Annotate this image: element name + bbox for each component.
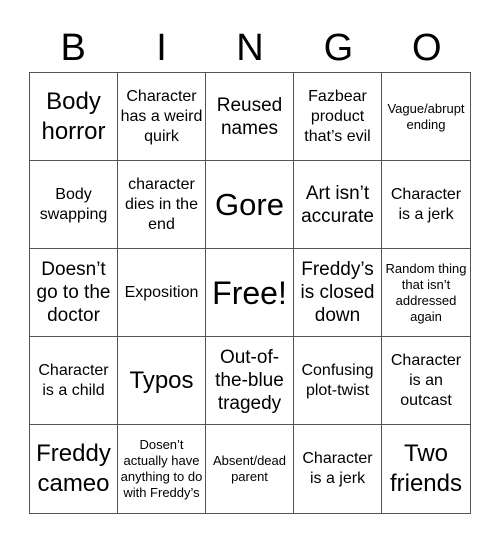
- bingo-cell[interactable]: Character is a child: [30, 337, 118, 425]
- bingo-cell[interactable]: Confusing plot-twist: [294, 337, 382, 425]
- bingo-cell-text: Freddy cameo: [36, 440, 111, 497]
- bingo-cell-text: Freddy’s is closed down: [300, 259, 375, 326]
- bingo-cell-text: Reused names: [216, 94, 283, 139]
- bingo-cell[interactable]: Fazbear product that’s evil: [294, 73, 382, 161]
- bingo-cell-text: Character is a child: [38, 361, 109, 399]
- bingo-cell[interactable]: Reused names: [206, 73, 294, 161]
- bingo-cell-text: Gore: [215, 186, 284, 222]
- header-letter-i: I: [156, 27, 167, 69]
- bingo-cell-text: Body swapping: [39, 185, 108, 223]
- bingo-cell[interactable]: Body horror: [30, 73, 118, 161]
- header-letter-n: N: [236, 27, 264, 69]
- header-letter-b: B: [60, 27, 86, 69]
- bingo-cell-free[interactable]: Free!: [206, 249, 294, 337]
- bingo-cell[interactable]: Vague/abrupt ending: [382, 73, 470, 161]
- bingo-cell[interactable]: Out-of-the-blue tragedy: [206, 337, 294, 425]
- bingo-cell-text: Exposition: [124, 283, 199, 301]
- bingo-cell-text: character dies in the end: [125, 175, 198, 233]
- bingo-cell-text: Art isn’t accurate: [301, 182, 374, 227]
- bingo-cell-text: Free!: [212, 274, 287, 311]
- bingo-cell[interactable]: Absent/dead parent: [206, 425, 294, 513]
- bingo-cell-text: Confusing plot-twist: [301, 361, 374, 399]
- bingo-cell[interactable]: character dies in the end: [118, 161, 206, 249]
- bingo-cell-text: Dosen’t actually have anything to do wit…: [120, 437, 203, 500]
- bingo-header: B I N G O: [29, 26, 471, 70]
- bingo-cell-text: Fazbear product that’s evil: [304, 87, 371, 145]
- bingo-cell-text: Character is a jerk: [302, 450, 373, 487]
- bingo-cell-text: Character is a jerk: [390, 185, 462, 223]
- bingo-cell[interactable]: Exposition: [118, 249, 206, 337]
- header-letter-g: G: [323, 27, 354, 69]
- bingo-cell-text: Doesn’t go to the doctor: [36, 259, 111, 326]
- bingo-cell-text: Two friends: [389, 440, 463, 497]
- bingo-cell-text: Out-of-the-blue tragedy: [215, 347, 284, 414]
- bingo-cell[interactable]: Dosen’t actually have anything to do wit…: [118, 425, 206, 513]
- bingo-grid: Body horror Character has a weird quirk Re…: [29, 72, 471, 514]
- bingo-cell[interactable]: Art isn’t accurate: [294, 161, 382, 249]
- bingo-cell[interactable]: Body swapping: [30, 161, 118, 249]
- bingo-cell[interactable]: Character has a weird quirk: [118, 73, 206, 161]
- bingo-cell[interactable]: Character is an outcast: [382, 337, 470, 425]
- header-letter-o: O: [411, 27, 442, 69]
- bingo-cell-text: Vague/abrupt ending: [387, 100, 465, 132]
- bingo-cell-text: Body horror: [41, 87, 106, 145]
- bingo-cell-text: Typos: [129, 366, 194, 394]
- bingo-cell[interactable]: Two friends: [382, 425, 470, 513]
- bingo-cell[interactable]: Random thing that isn’t addressed again: [382, 249, 470, 337]
- bingo-cell-text: Character is an outcast: [390, 351, 462, 409]
- bingo-cell[interactable]: Gore: [206, 161, 294, 249]
- bingo-cell[interactable]: Doesn’t go to the doctor: [30, 249, 118, 337]
- bingo-cell-text: Random thing that isn’t addressed again: [385, 260, 467, 324]
- bingo-cell[interactable]: Freddy cameo: [30, 425, 118, 513]
- bingo-cell[interactable]: Character is a jerk: [382, 161, 470, 249]
- bingo-cell[interactable]: Freddy’s is closed down: [294, 249, 382, 337]
- bingo-cell-text: Absent/dead parent: [212, 453, 286, 484]
- bingo-cell-text: Character has a weird quirk: [120, 87, 203, 145]
- bingo-cell[interactable]: Character is a jerk: [294, 425, 382, 513]
- bingo-cell[interactable]: Typos: [118, 337, 206, 425]
